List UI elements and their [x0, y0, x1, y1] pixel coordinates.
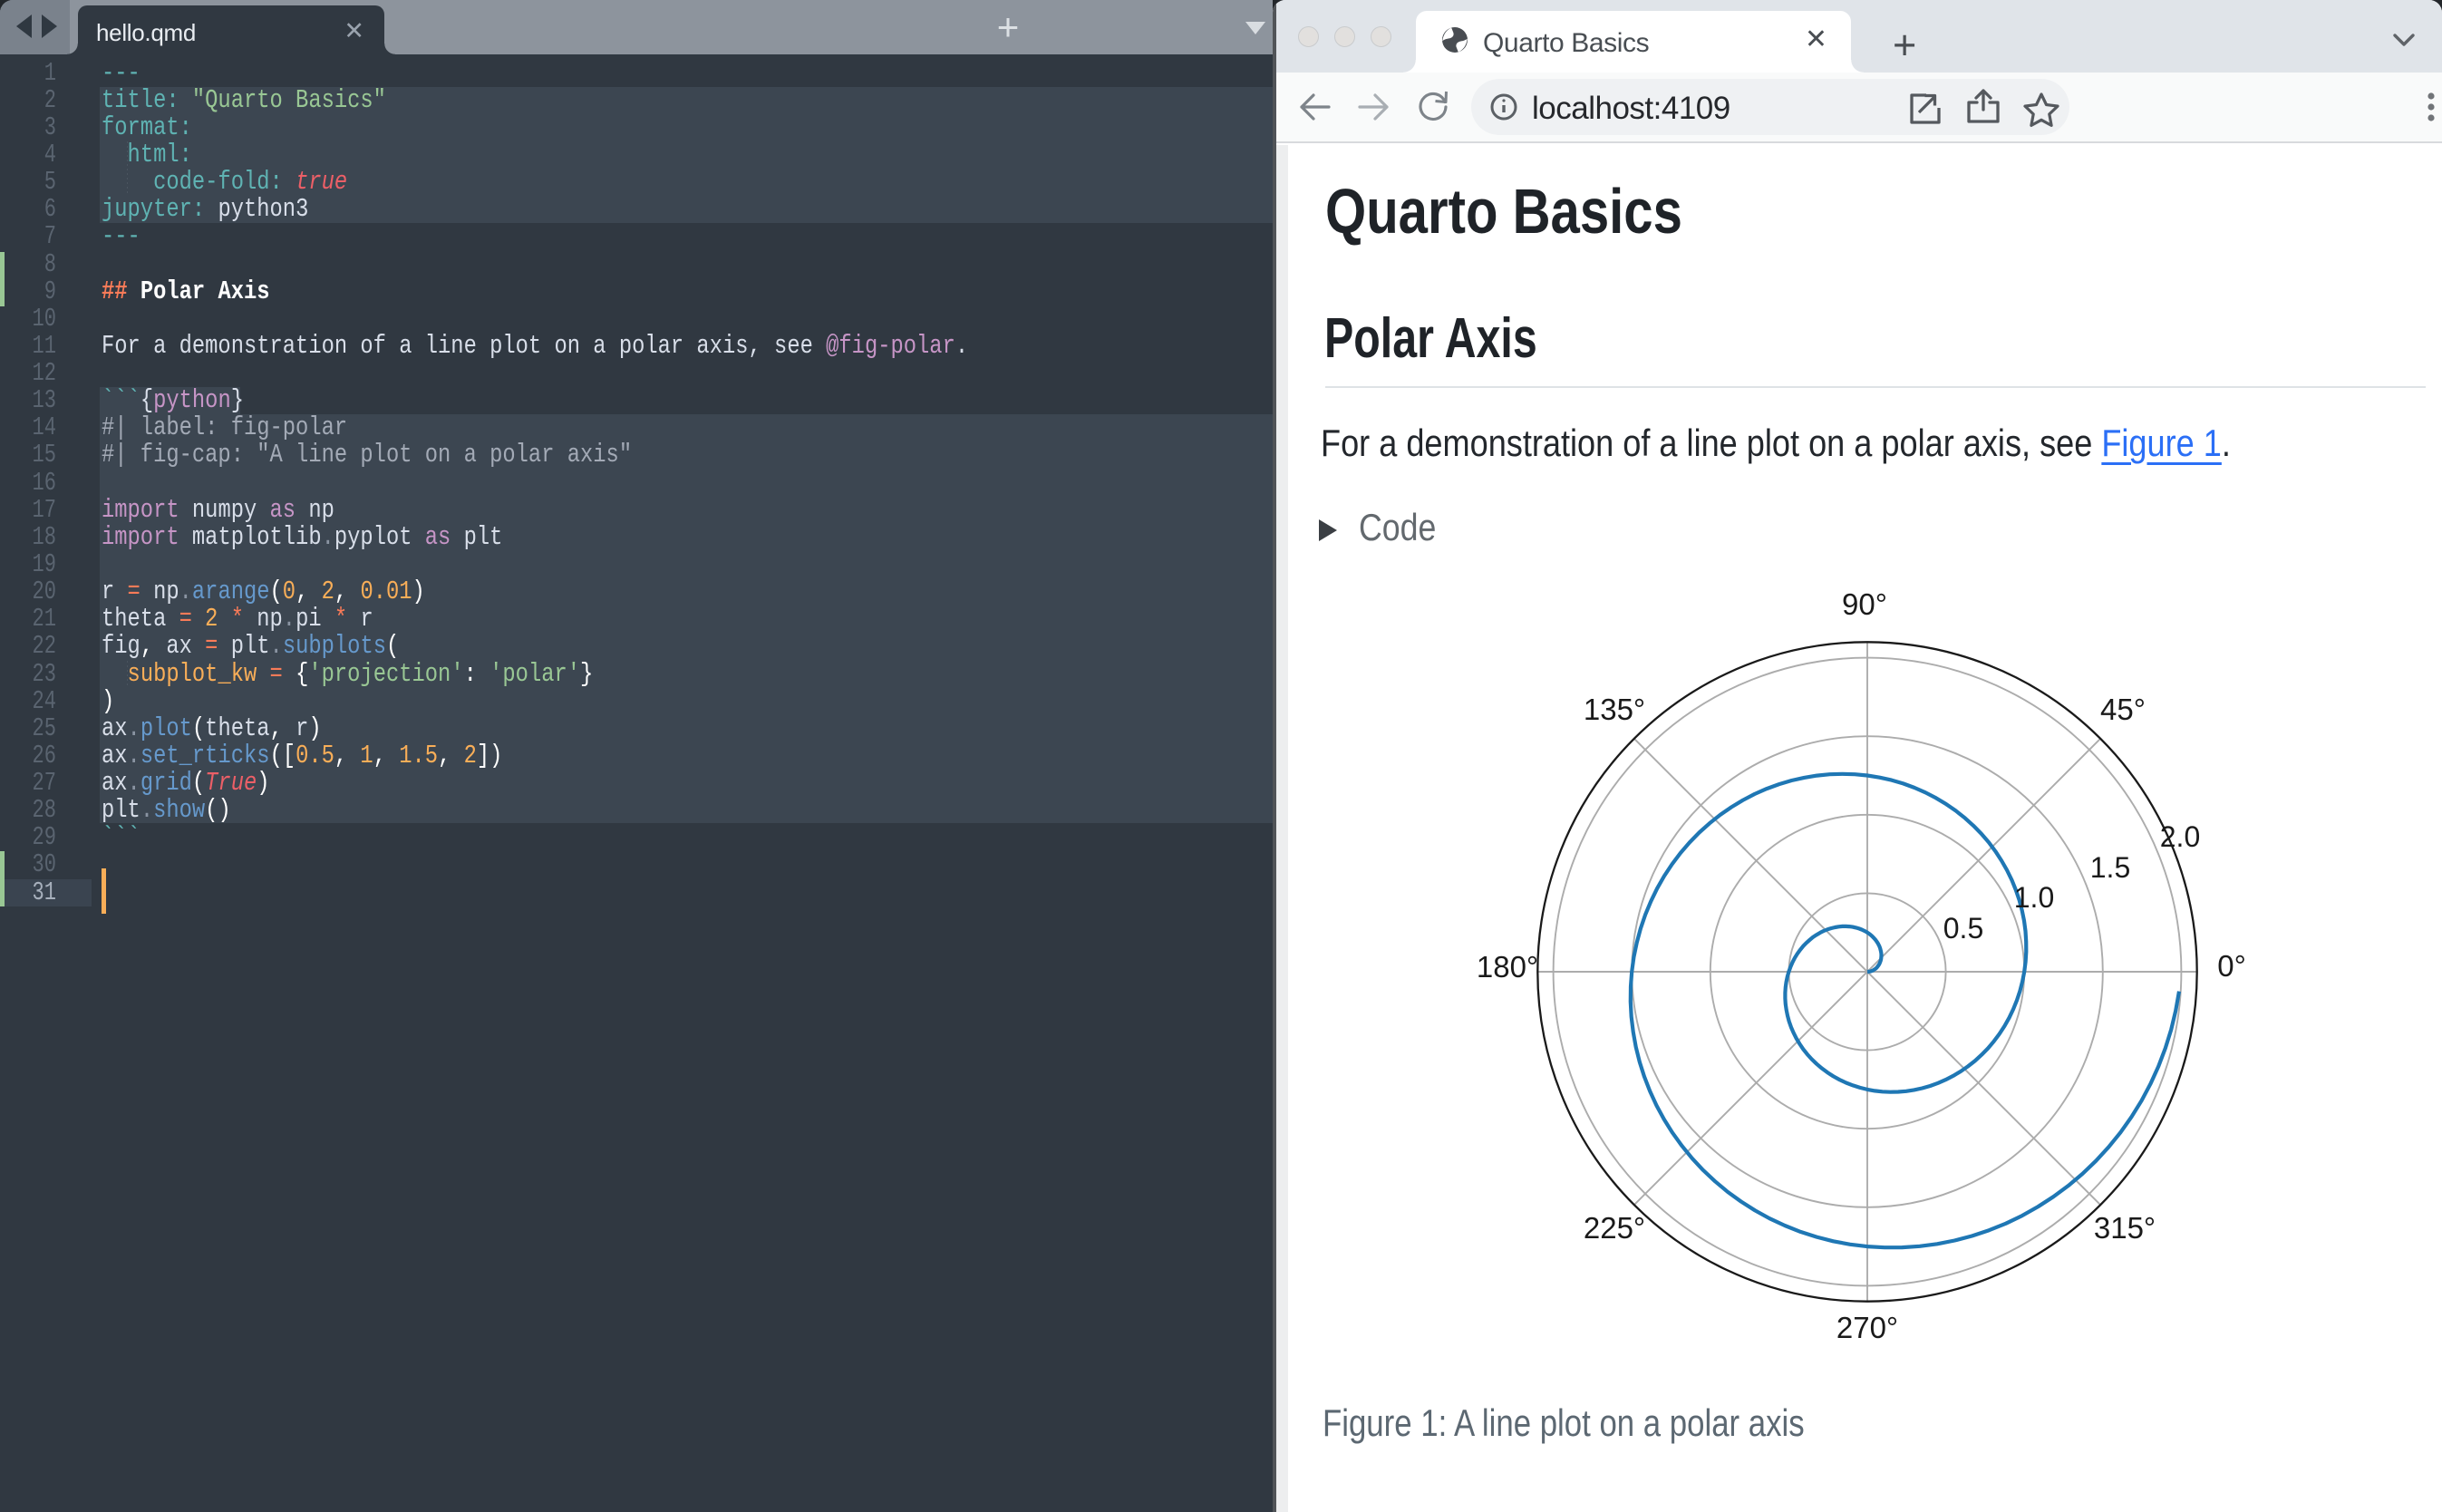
svg-text:45°: 45° [2100, 693, 2146, 726]
svg-text:90°: 90° [1842, 587, 1887, 621]
svg-text:0°: 0° [2217, 949, 2246, 983]
svg-text:270°: 270° [1836, 1311, 1898, 1344]
svg-text:315°: 315° [2094, 1211, 2156, 1245]
svg-text:225°: 225° [1584, 1211, 1645, 1245]
svg-text:1.0: 1.0 [2014, 881, 2054, 914]
svg-text:180°: 180° [1477, 950, 1538, 984]
svg-text:0.5: 0.5 [1943, 912, 1983, 945]
svg-text:2.0: 2.0 [2160, 820, 2200, 853]
svg-text:1.5: 1.5 [2090, 851, 2130, 884]
svg-text:135°: 135° [1584, 693, 1645, 726]
